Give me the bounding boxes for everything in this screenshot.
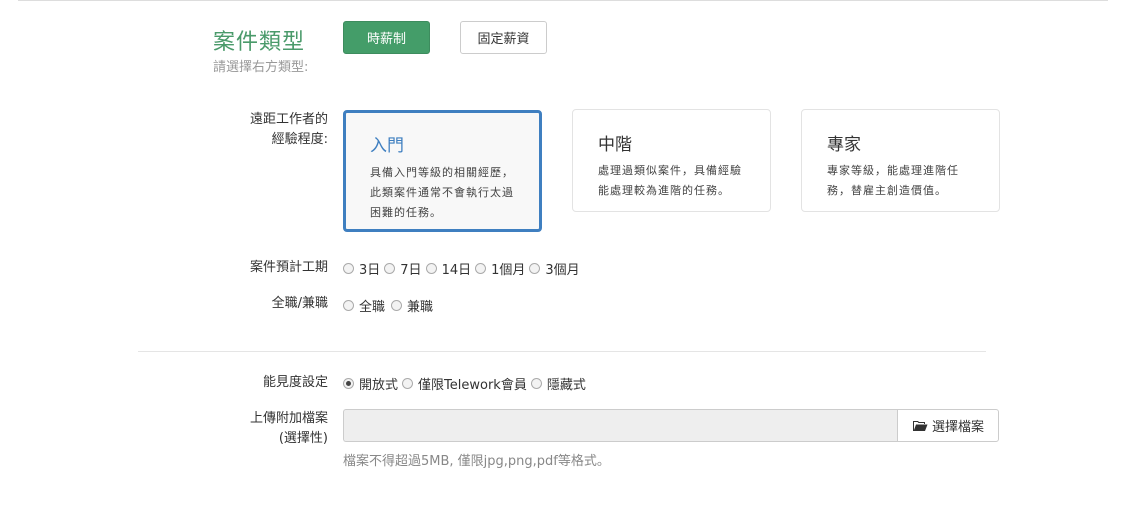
- duration-radio-group: 3日 7日 14日 1個月 3個月: [343, 259, 584, 278]
- folder-open-icon: [912, 419, 928, 432]
- experience-card-desc: 處理過類似案件，具備經驗 能處理較為進階的任務。: [598, 161, 742, 201]
- experience-card-expert[interactable]: 專家 專家等級，能處理進階任 務，替雇主創造價值。: [801, 109, 1000, 212]
- experience-card-title: 專家: [827, 135, 861, 155]
- experience-card-desc-line: 專家等級，能處理進階任: [827, 164, 959, 177]
- file-path-input[interactable]: [343, 409, 898, 442]
- worktype-option-parttime[interactable]: 兼職: [391, 296, 433, 315]
- page-title: 案件類型: [213, 30, 306, 55]
- experience-card-title: 中階: [598, 135, 632, 155]
- worktype-radio-group: 全職 兼職: [343, 296, 437, 315]
- page-subtitle: 請選擇右方類型:: [213, 60, 309, 75]
- duration-option-7d[interactable]: 7日: [384, 259, 422, 278]
- duration-option-label: 1個月: [491, 263, 526, 278]
- duration-option-1m[interactable]: 1個月: [475, 259, 525, 278]
- experience-label-line2: 經驗程度:: [271, 132, 328, 147]
- top-border: [18, 0, 1108, 1]
- visibility-label: 能見度設定: [262, 375, 328, 390]
- radio-button[interactable]: [529, 263, 541, 274]
- radio-button[interactable]: [343, 263, 354, 274]
- experience-label-line1: 遠距工作者的: [249, 112, 328, 127]
- upload-help-text: 檔案不得超過5MB, 僅限jpg,png,pdf等格式。: [343, 454, 610, 469]
- radio-button[interactable]: [343, 300, 354, 311]
- experience-card-desc-line: 此類案件通常不會執行太過: [370, 186, 514, 199]
- visibility-option-members[interactable]: 僅限Telework會員: [402, 374, 527, 393]
- duration-option-14d[interactable]: 14日: [425, 259, 472, 278]
- fixed-salary-type-button[interactable]: 固定薪資: [460, 21, 547, 54]
- upload-label-line1: 上傳附加檔案: [249, 411, 328, 426]
- radio-button[interactable]: [475, 263, 487, 274]
- visibility-option-label: 隱藏式: [546, 378, 586, 393]
- experience-card-desc-line: 能處理較為進階的任務。: [598, 184, 730, 197]
- hourly-type-button[interactable]: 時薪制: [343, 21, 430, 54]
- worktype-label: 全職/兼職: [271, 296, 328, 311]
- visibility-option-hidden[interactable]: 隱藏式: [530, 374, 586, 393]
- section-divider: [138, 351, 986, 352]
- experience-card-desc: 具備入門等級的相關經歷， 此類案件通常不會執行太過 困難的任務。: [370, 163, 514, 223]
- upload-label: 上傳附加檔案 (選擇性): [208, 409, 328, 449]
- worktype-option-label: 兼職: [407, 300, 434, 315]
- duration-option-label: 14日: [441, 263, 472, 278]
- duration-option-3d[interactable]: 3日: [343, 259, 380, 278]
- visibility-option-open[interactable]: 開放式: [343, 374, 398, 393]
- experience-card-title: 入門: [370, 136, 404, 156]
- worktype-option-fulltime[interactable]: 全職: [343, 296, 385, 315]
- choose-file-button[interactable]: 選擇檔案: [897, 409, 999, 442]
- experience-label: 遠距工作者的 經驗程度:: [208, 110, 328, 150]
- experience-card-desc-line: 務，替雇主創造價值。: [827, 184, 947, 197]
- radio-button-checked[interactable]: [343, 378, 354, 389]
- radio-button[interactable]: [391, 300, 403, 311]
- radio-button[interactable]: [384, 263, 396, 274]
- visibility-option-label: 開放式: [359, 378, 399, 393]
- duration-label: 案件預計工期: [249, 260, 328, 275]
- radio-button[interactable]: [530, 378, 542, 389]
- duration-option-3m[interactable]: 3個月: [529, 259, 580, 278]
- choose-file-label: 選擇檔案: [931, 420, 984, 435]
- experience-card-intermediate[interactable]: 中階 處理過類似案件，具備經驗 能處理較為進階的任務。: [572, 109, 771, 212]
- radio-button[interactable]: [402, 378, 414, 389]
- visibility-radio-group: 開放式 僅限Telework會員 隱藏式: [343, 374, 590, 393]
- radio-button[interactable]: [425, 263, 437, 274]
- visibility-option-label: 僅限Telework會員: [418, 378, 527, 393]
- upload-label-line2: (選擇性): [278, 431, 328, 446]
- duration-option-label: 3日: [359, 263, 381, 278]
- experience-card-entry[interactable]: 入門 具備入門等級的相關經歷， 此類案件通常不會執行太過 困難的任務。: [343, 110, 542, 232]
- duration-option-label: 7日: [400, 263, 422, 278]
- worktype-option-label: 全職: [359, 300, 386, 315]
- experience-card-desc: 專家等級，能處理進階任 務，替雇主創造價值。: [827, 161, 959, 201]
- experience-card-desc-line: 處理過類似案件，具備經驗: [598, 164, 742, 177]
- experience-card-desc-line: 具備入門等級的相關經歷，: [370, 166, 514, 179]
- experience-card-desc-line: 困難的任務。: [370, 206, 442, 219]
- duration-option-label: 3個月: [545, 263, 580, 278]
